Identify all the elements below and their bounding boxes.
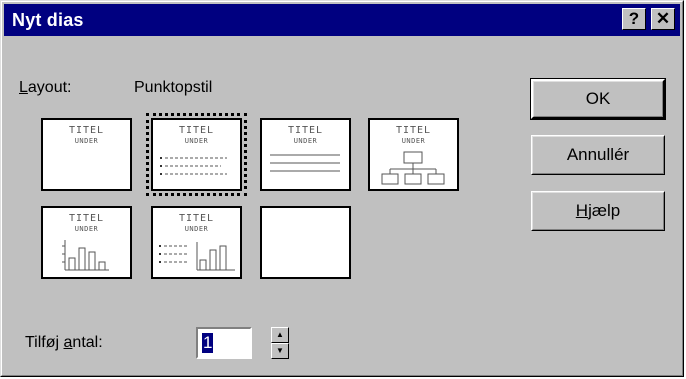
bullets-chart-graphic xyxy=(159,242,235,271)
title-bar[interactable]: Nyt dias ? ✕ xyxy=(4,4,680,36)
chart-graphic xyxy=(62,240,109,271)
new-slide-dialog: Nyt dias ? ✕ Layout: Punktopstil TITEL U… xyxy=(0,0,684,377)
help-title-button[interactable]: ? xyxy=(622,8,646,30)
layout-thumb-blank[interactable] xyxy=(260,206,351,279)
help-button[interactable]: Hjælp xyxy=(531,191,665,231)
count-label: Tilføj antal: xyxy=(25,334,103,351)
layout-thumb-bullets[interactable]: TITEL UNDER xyxy=(146,113,247,196)
layout-thumb-text[interactable]: TITEL UNDER xyxy=(260,118,351,191)
count-spinner[interactable]: ▲ ▼ xyxy=(271,327,289,359)
close-button[interactable]: ✕ xyxy=(651,8,675,30)
cancel-button[interactable]: Annullér xyxy=(531,135,665,175)
layout-thumb-chart[interactable]: TITEL UNDER xyxy=(41,206,132,279)
layout-label: Layout: xyxy=(19,79,72,96)
text-lines-graphic xyxy=(270,154,340,172)
spin-up-button[interactable]: ▲ xyxy=(271,327,289,343)
bullet-lines-graphic xyxy=(160,157,227,175)
layout-thumb-org-chart[interactable]: TITEL UNDER xyxy=(368,118,459,191)
ok-button[interactable]: OK xyxy=(530,78,666,120)
dialog-title: Nyt dias xyxy=(12,10,84,30)
layout-thumb-title-only[interactable]: TITEL UNDER xyxy=(41,118,132,191)
org-chart-graphic xyxy=(381,151,445,185)
spin-down-button[interactable]: ▼ xyxy=(271,343,289,359)
layout-name: Punktopstil xyxy=(134,79,213,96)
count-input[interactable]: 1 xyxy=(196,327,252,359)
layout-thumb-bullets-chart[interactable]: TITEL UNDER xyxy=(151,206,242,279)
